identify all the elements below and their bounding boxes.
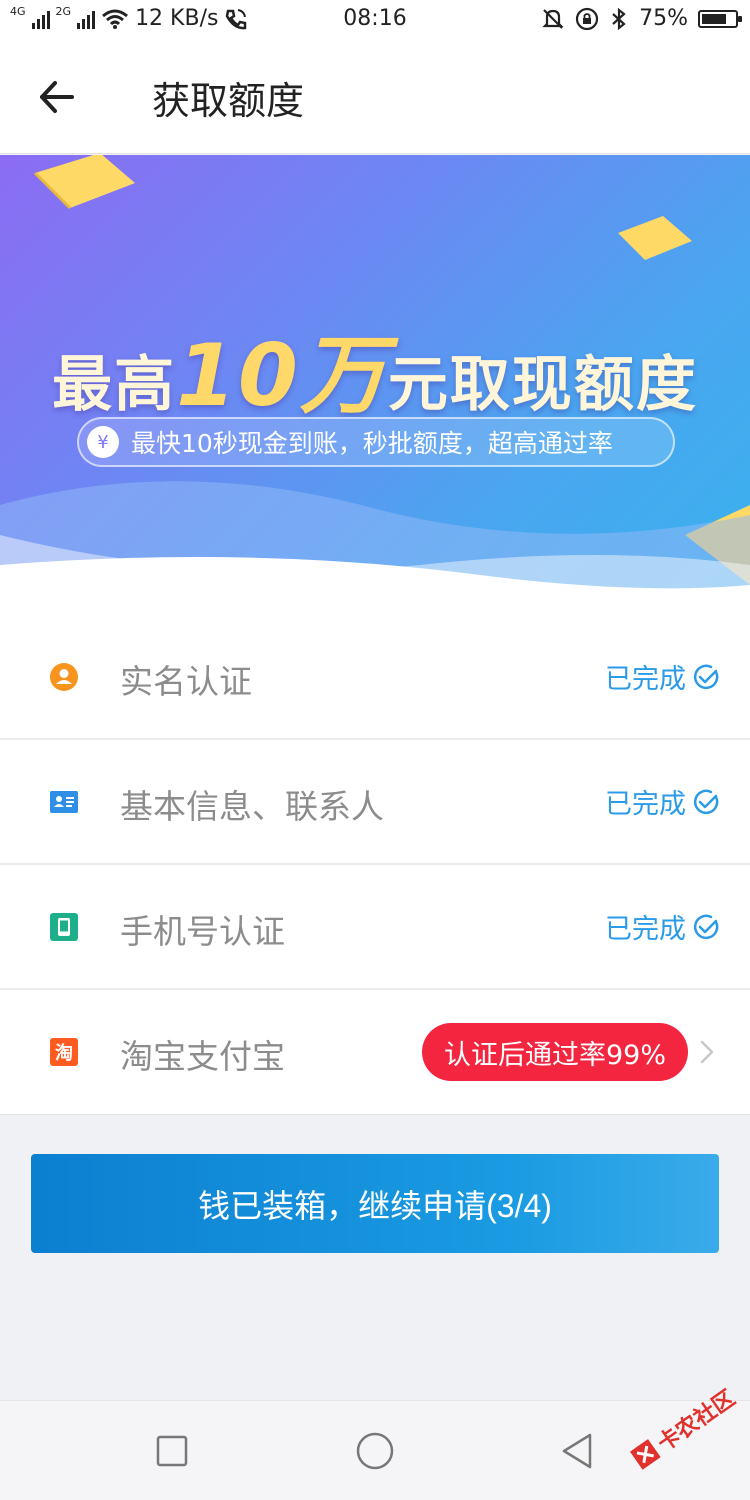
promo-banner: 最高10万元取现额度 ¥ 最快10秒现金到账，秒批额度，超高通过率 [0, 155, 750, 615]
bluetooth-icon [612, 7, 626, 30]
user-icon [50, 663, 78, 691]
status-completed: 已完成 [605, 782, 720, 821]
status-completed: 已完成 [605, 657, 720, 696]
check-circle-icon [693, 664, 719, 689]
money-note-icon-2 [618, 216, 692, 260]
mute-bell-icon [542, 8, 564, 29]
banner-title: 最高10万元取现额度 [0, 305, 750, 430]
list-item-label: 基本信息、联系人 [120, 787, 384, 826]
list-item-label: 手机号认证 [120, 912, 285, 951]
battery-percent: 75% [639, 6, 688, 31]
recent-apps-button[interactable] [150, 1429, 194, 1473]
money-note-icon [33, 155, 135, 210]
banner-title-prefix: 最高 [52, 350, 177, 420]
banner-title-amount: 10万 [176, 326, 388, 426]
check-circle-icon [693, 789, 719, 814]
taobao-icon: 淘 [50, 1038, 78, 1066]
chevron-right-icon [700, 1040, 714, 1064]
status-bar: 4G 2G 12 KB/s 08:16 75% [0, 0, 750, 40]
rotation-lock-icon [575, 7, 599, 30]
status-text: 已完成 [605, 914, 686, 945]
battery-fill [702, 13, 726, 24]
check-circle-icon [693, 914, 719, 939]
list-item-phone[interactable]: 手机号认证 已完成 [0, 865, 750, 990]
yen-icon: ¥ [87, 426, 119, 458]
list-item-realname[interactable]: 实名认证 已完成 [0, 615, 750, 740]
status-text: 已完成 [605, 664, 686, 695]
list-item-taobao[interactable]: 淘 淘宝支付宝 认证后通过率99% [0, 990, 750, 1115]
back-arrow-icon[interactable] [32, 72, 82, 122]
status-completed: 已完成 [605, 907, 720, 946]
list-item-label: 实名认证 [120, 662, 252, 701]
nav-back-button[interactable] [556, 1429, 600, 1473]
home-button[interactable] [353, 1429, 397, 1473]
banner-subtitle-pill: ¥ 最快10秒现金到账，秒批额度，超高通过率 [77, 417, 675, 467]
status-text: 已完成 [605, 789, 686, 820]
list-item-basic-info[interactable]: 基本信息、联系人 已完成 [0, 740, 750, 865]
contact-card-icon [50, 791, 78, 813]
banner-subtitle: 最快10秒现金到账，秒批额度，超高通过率 [131, 429, 613, 458]
battery-icon [698, 9, 742, 28]
phone-icon [50, 913, 78, 941]
list-item-label: 淘宝支付宝 [120, 1037, 285, 1076]
top-header: 获取额度 [0, 40, 750, 154]
banner-title-suffix: 元取现额度 [387, 350, 698, 420]
status-right: 75% [541, 6, 742, 31]
continue-apply-button[interactable]: 钱已装箱，继续申请(3/4) [31, 1154, 719, 1253]
page-title: 获取额度 [152, 79, 305, 123]
pass-rate-badge: 认证后通过率99% [421, 1023, 688, 1081]
verification-list: 实名认证 已完成 基本信息、联系人 已完成 手机号认证 已完成 淘 淘宝支付宝 … [0, 615, 750, 1115]
